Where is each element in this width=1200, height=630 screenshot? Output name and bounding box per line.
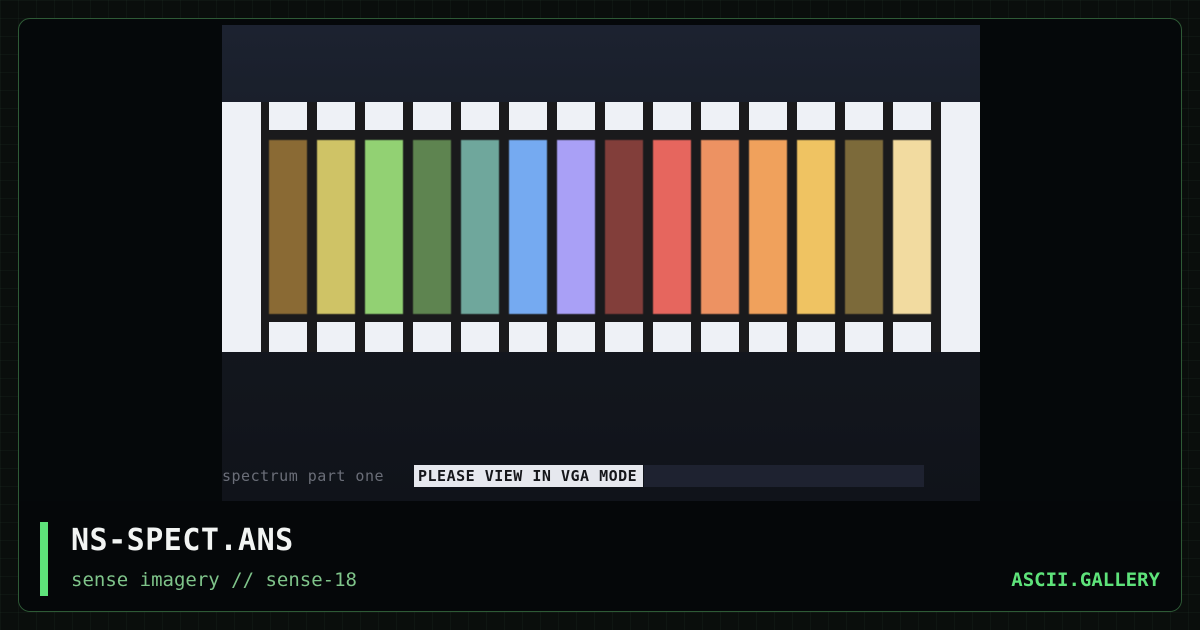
- swatch-column: [413, 102, 451, 352]
- swatch-cap-bottom: [845, 322, 883, 352]
- spectrum-band: [222, 102, 980, 352]
- swatch-cap-top: [365, 102, 403, 130]
- swatch-cap-bottom: [797, 322, 835, 352]
- swatch-cap-top: [893, 102, 931, 130]
- swatch-cap-top: [317, 102, 355, 130]
- color-swatch: [893, 140, 931, 314]
- swatch-column: [557, 102, 595, 352]
- color-swatch: [605, 140, 643, 314]
- artwork-status-line: spectrum part one PLEASE VIEW IN VGA MOD…: [222, 465, 980, 487]
- swatch-column: [461, 102, 499, 352]
- swatch-cap-top: [605, 102, 643, 130]
- swatch-cap-top: [749, 102, 787, 130]
- file-subtitle: sense imagery // sense-18: [71, 569, 357, 591]
- swatch-cap-bottom: [893, 322, 931, 352]
- swatch-cap-top: [845, 102, 883, 130]
- swatch-column: [701, 102, 739, 352]
- color-swatch: [797, 140, 835, 314]
- color-swatch: [701, 140, 739, 314]
- color-swatch: [845, 140, 883, 314]
- swatch-cap-top: [797, 102, 835, 130]
- color-swatch: [269, 140, 307, 314]
- swatch-cap-top: [269, 102, 307, 130]
- swatch-cap-bottom: [557, 322, 595, 352]
- swatch-cap-top: [701, 102, 739, 130]
- ansi-artwork: spectrum part one PLEASE VIEW IN VGA MOD…: [222, 25, 980, 501]
- swatch-column: [845, 102, 883, 352]
- color-swatch: [557, 140, 595, 314]
- color-swatch: [365, 140, 403, 314]
- swatch-cap-bottom: [653, 322, 691, 352]
- color-swatch: [509, 140, 547, 314]
- artwork-caption: spectrum part one: [222, 467, 385, 485]
- vga-mode-notice: PLEASE VIEW IN VGA MODE: [414, 465, 644, 487]
- swatch-cap-top: [413, 102, 451, 130]
- swatch-column: [893, 102, 931, 352]
- swatch-cap-top: [509, 102, 547, 130]
- swatch-column: [605, 102, 643, 352]
- color-swatch: [317, 140, 355, 314]
- color-swatch: [653, 140, 691, 314]
- page: spectrum part one PLEASE VIEW IN VGA MOD…: [0, 0, 1200, 630]
- color-swatch: [413, 140, 451, 314]
- swatch-strip: [261, 102, 941, 352]
- swatch-cap-bottom: [461, 322, 499, 352]
- color-swatch: [749, 140, 787, 314]
- swatch-cap-top: [557, 102, 595, 130]
- preview-card: spectrum part one PLEASE VIEW IN VGA MOD…: [18, 18, 1182, 612]
- swatch-column: [653, 102, 691, 352]
- color-swatch: [461, 140, 499, 314]
- swatch-column: [797, 102, 835, 352]
- site-brand[interactable]: ASCII.GALLERY: [1011, 569, 1160, 591]
- swatch-cap-bottom: [317, 322, 355, 352]
- swatch-cap-bottom: [365, 322, 403, 352]
- swatch-cap-top: [461, 102, 499, 130]
- file-title: NS-SPECT.ANS: [71, 523, 294, 558]
- swatch-cap-bottom: [701, 322, 739, 352]
- footer: NS-SPECT.ANS sense imagery // sense-18 A…: [19, 501, 1181, 611]
- swatch-column: [365, 102, 403, 352]
- swatch-cap-bottom: [605, 322, 643, 352]
- status-bar-fill: [644, 465, 924, 487]
- swatch-column: [749, 102, 787, 352]
- swatch-cap-bottom: [269, 322, 307, 352]
- swatch-cap-bottom: [413, 322, 451, 352]
- swatch-column: [509, 102, 547, 352]
- swatch-cap-bottom: [749, 322, 787, 352]
- swatch-column: [317, 102, 355, 352]
- swatch-cap-bottom: [509, 322, 547, 352]
- swatch-column: [269, 102, 307, 352]
- swatch-cap-top: [653, 102, 691, 130]
- accent-bar: [40, 522, 48, 596]
